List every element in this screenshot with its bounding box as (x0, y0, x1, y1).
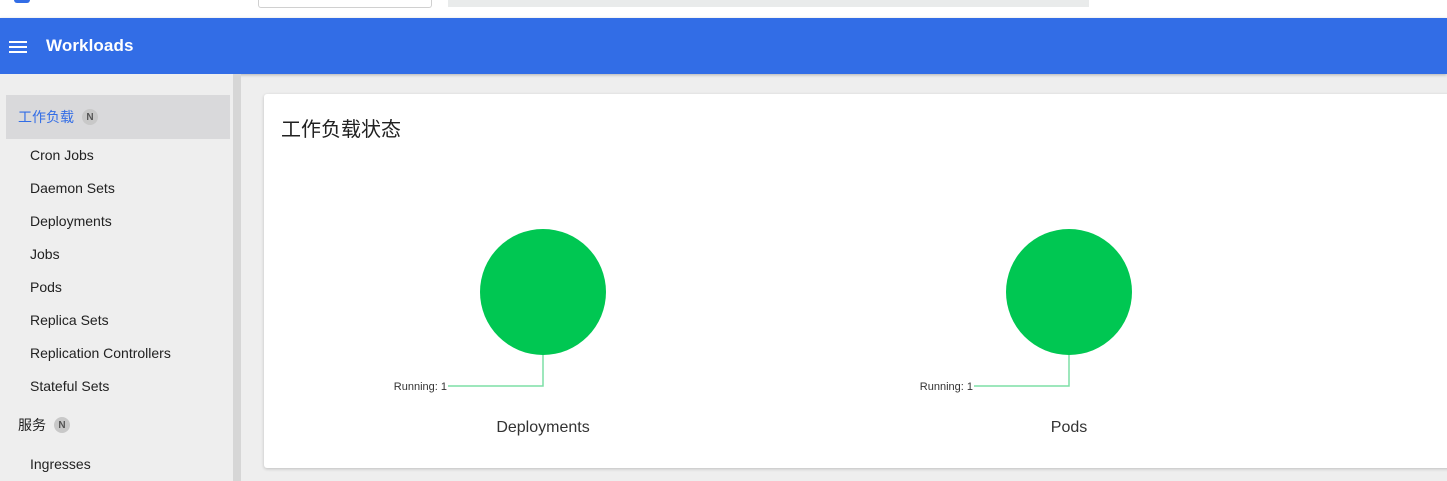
browser-top-strip (0, 0, 1447, 18)
sidebar-item-deployments[interactable]: Deployments (30, 212, 112, 230)
kubernetes-logo-icon[interactable] (14, 0, 30, 3)
sidebar-item-ingresses[interactable]: Ingresses (30, 455, 91, 473)
sidebar-item-daemon-sets[interactable]: Daemon Sets (30, 179, 115, 197)
sidebar-item-cron-jobs[interactable]: Cron Jobs (30, 146, 94, 164)
pie-leader-line (974, 355, 1070, 387)
search-input[interactable] (448, 0, 1089, 7)
sidebar-item-replication-controllers[interactable]: Replication Controllers (30, 344, 171, 362)
sidebar-item-pods[interactable]: Pods (30, 278, 62, 296)
chart-title: Deployments (496, 419, 589, 436)
sidebar-scrollbar[interactable] (233, 74, 241, 481)
sidebar-item-stateful-sets[interactable]: Stateful Sets (30, 377, 109, 395)
namespaced-badge: N (54, 417, 70, 433)
workload-status-card: 工作负载状态 Running: 1 Deployments Running: 1 Po… (264, 94, 1447, 468)
sidebar-section-services[interactable]: 服务 N (6, 403, 230, 447)
pie-slice-label: Running: 1 (394, 381, 447, 393)
workload-status-charts: Running: 1 Deployments Running: 1 Pods (394, 229, 1132, 436)
hamburger-menu-icon[interactable] (8, 38, 28, 54)
sidebar-section-label: 工作负载 (18, 109, 74, 125)
namespaced-badge: N (82, 109, 98, 125)
pie-leader-line (448, 355, 544, 387)
pie-slice-label: Running: 1 (920, 381, 973, 393)
chart-title: Pods (1051, 419, 1087, 436)
page-title: Workloads (46, 36, 134, 55)
sidebar-item-jobs[interactable]: Jobs (30, 245, 60, 263)
pie-slice[interactable] (480, 229, 606, 355)
app-toolbar: Workloads (0, 18, 1447, 74)
namespace-selector[interactable] (258, 0, 432, 8)
sidebar-section-label: 服务 (18, 417, 46, 433)
sidebar-item-replica-sets[interactable]: Replica Sets (30, 311, 109, 329)
pie-slice[interactable] (1006, 229, 1132, 355)
sidebar-section-workloads[interactable]: 工作负载 N (6, 95, 230, 139)
